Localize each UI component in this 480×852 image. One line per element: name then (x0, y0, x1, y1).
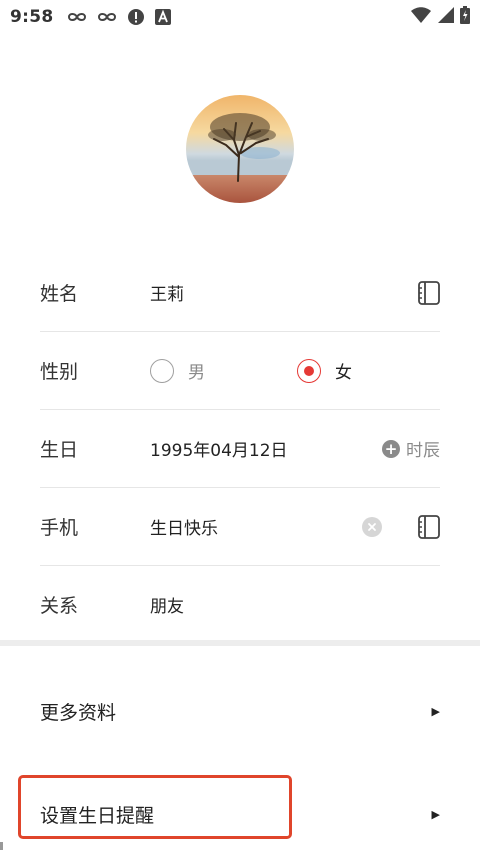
gender-radio-group: 男 女 (150, 358, 440, 383)
clear-icon[interactable] (362, 516, 382, 537)
gender-male-radio[interactable]: 男 (150, 358, 205, 383)
phone-label: 手机 (40, 517, 79, 539)
contact-book-icon[interactable] (418, 280, 440, 305)
gender-label: 性别 (40, 361, 79, 383)
birthday-row: 生日 1995年04月12日 + 时辰 (40, 410, 440, 488)
section-divider (0, 640, 480, 646)
birthday-label: 生日 (40, 439, 79, 461)
radio-unchecked-icon (150, 358, 174, 383)
link-icon (67, 11, 87, 23)
contact-form: 姓名 王莉 性别 男 女 生日 1995年04月12日 + 时辰 手机 生日快乐… (40, 254, 440, 643)
contact-book-icon[interactable] (418, 514, 440, 539)
birthday-field[interactable]: 1995年04月12日 (150, 436, 382, 461)
battery-icon (460, 6, 470, 28)
wifi-icon (410, 7, 432, 27)
status-icons-right (410, 6, 470, 28)
gender-row: 性别 男 女 (40, 332, 440, 410)
signal-icon (438, 7, 454, 27)
arrow-right-icon: ▶ (431, 704, 440, 718)
plus-icon: + (382, 439, 400, 458)
tree-avatar-image (186, 95, 294, 203)
corner-mark (0, 842, 3, 850)
arrow-right-icon: ▶ (431, 807, 440, 821)
more-info-label: 更多资料 (40, 701, 117, 724)
shichen-label: 时辰 (406, 441, 440, 461)
relation-row: 关系 朋友 (40, 566, 440, 643)
radio-checked-icon (297, 358, 321, 383)
alert-icon (127, 8, 145, 26)
link-icon (97, 11, 117, 23)
shichen-button[interactable]: + 时辰 (382, 436, 440, 461)
avatar[interactable] (186, 95, 294, 203)
relation-label: 关系 (40, 595, 79, 617)
a-icon (155, 9, 172, 25)
status-time: 9:58 (10, 7, 54, 27)
gender-female-radio[interactable]: 女 (297, 358, 352, 383)
name-label: 姓名 (40, 283, 79, 305)
birthday-reminder-item[interactable]: 设置生日提醒 ▶ (40, 784, 440, 844)
gender-male-label: 男 (188, 363, 205, 383)
relation-field[interactable]: 朋友 (150, 592, 440, 617)
more-info-item[interactable]: 更多资料 ▶ (40, 681, 440, 741)
status-bar: 9:58 (0, 0, 480, 34)
birthday-reminder-label: 设置生日提醒 (40, 804, 155, 827)
name-field[interactable]: 王莉 (150, 280, 418, 305)
status-icons-left (67, 8, 172, 26)
name-row: 姓名 王莉 (40, 254, 440, 332)
gender-female-label: 女 (335, 363, 352, 383)
phone-row: 手机 生日快乐 (40, 488, 440, 566)
